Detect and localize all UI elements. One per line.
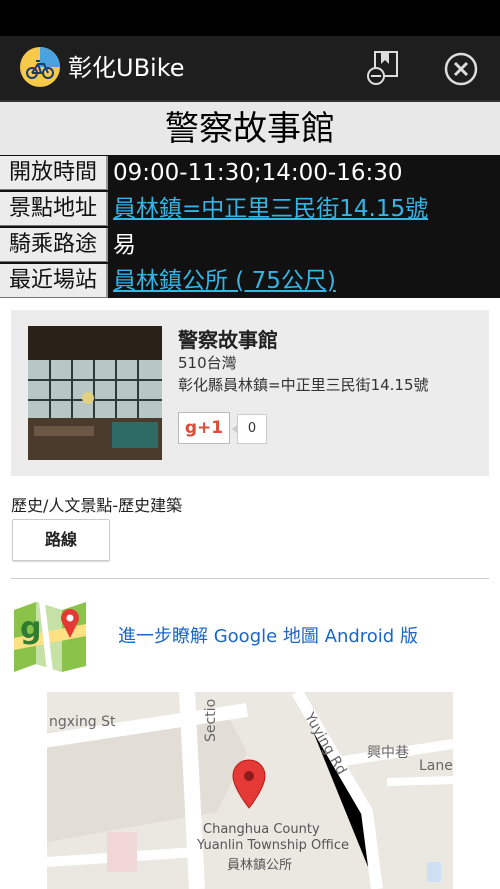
google-maps-icon[interactable]: g: [12, 598, 88, 674]
info-row-station: 最近場站 員林鎮公所 ( 75公尺): [0, 263, 500, 299]
location-map[interactable]: ngxing St Sectio Yuying Rd 興中巷 Lane Chan…: [47, 692, 453, 889]
map-place-label-en: Changhua County: [203, 822, 320, 837]
page-title: 警察故事館: [0, 102, 500, 156]
map-street-label: ngxing St: [49, 714, 116, 730]
info-label: 騎乘路途: [0, 228, 108, 262]
divider: [11, 578, 489, 579]
gplus-button[interactable]: g+1: [178, 412, 230, 444]
place-photo[interactable]: [28, 326, 162, 460]
route-button[interactable]: 路線: [12, 519, 110, 561]
ride-difficulty-value: 易: [113, 232, 136, 258]
nearest-station-link[interactable]: 員林鎮公所 ( 75公尺): [113, 263, 336, 299]
info-label: 開放時間: [0, 156, 108, 190]
info-label: 最近場站: [0, 264, 108, 298]
place-card: 警察故事館 510台灣 彰化縣員林鎮=中正里三民街14.15號 g+1 0: [11, 310, 489, 476]
place-zip: 510台灣: [178, 354, 237, 372]
map-place-label-en: Yuanlin Township Office: [197, 838, 350, 853]
close-circle-icon[interactable]: [440, 48, 482, 90]
action-bar: 彰化UBike: [0, 36, 500, 102]
gplus-count: 0: [232, 414, 267, 444]
info-row-address: 景點地址 員林鎮=中正里三民街14.15號: [0, 191, 500, 227]
info-row-difficulty: 騎乘路途 易: [0, 227, 500, 263]
place-category: 歷史/人文景點-歷史建築: [11, 496, 183, 515]
opening-hours-value: 09:00-11:30;14:00-16:30: [113, 160, 403, 186]
map-place-label-zh: 員林鎮公所: [227, 858, 293, 873]
info-row-hours: 開放時間 09:00-11:30;14:00-16:30: [0, 155, 500, 191]
map-street-label: Sectio: [203, 698, 219, 742]
place-details-webview: 警察故事館 510台灣 彰化縣員林鎮=中正里三民街14.15號 g+1 0 歷史…: [0, 298, 500, 889]
google-maps-learn-more-link[interactable]: 進一步瞭解 Google 地圖 Android 版: [118, 622, 418, 648]
status-bar: [0, 0, 500, 36]
bookmark-remove-icon[interactable]: [363, 48, 403, 88]
bicycle-app-icon[interactable]: [19, 46, 61, 88]
info-label: 景點地址: [0, 192, 108, 226]
address-link[interactable]: 員林鎮=中正里三民街14.15號: [113, 191, 428, 227]
svg-text:g: g: [20, 611, 41, 646]
app-title: 彰化UBike: [68, 54, 185, 82]
map-street-label: 興中巷: [367, 745, 409, 761]
place-address: 彰化縣員林鎮=中正里三民街14.15號: [178, 376, 429, 394]
place-name: 警察故事館: [178, 328, 278, 352]
map-pin-icon[interactable]: [231, 758, 267, 810]
map-street-label: Lane: [419, 758, 453, 774]
